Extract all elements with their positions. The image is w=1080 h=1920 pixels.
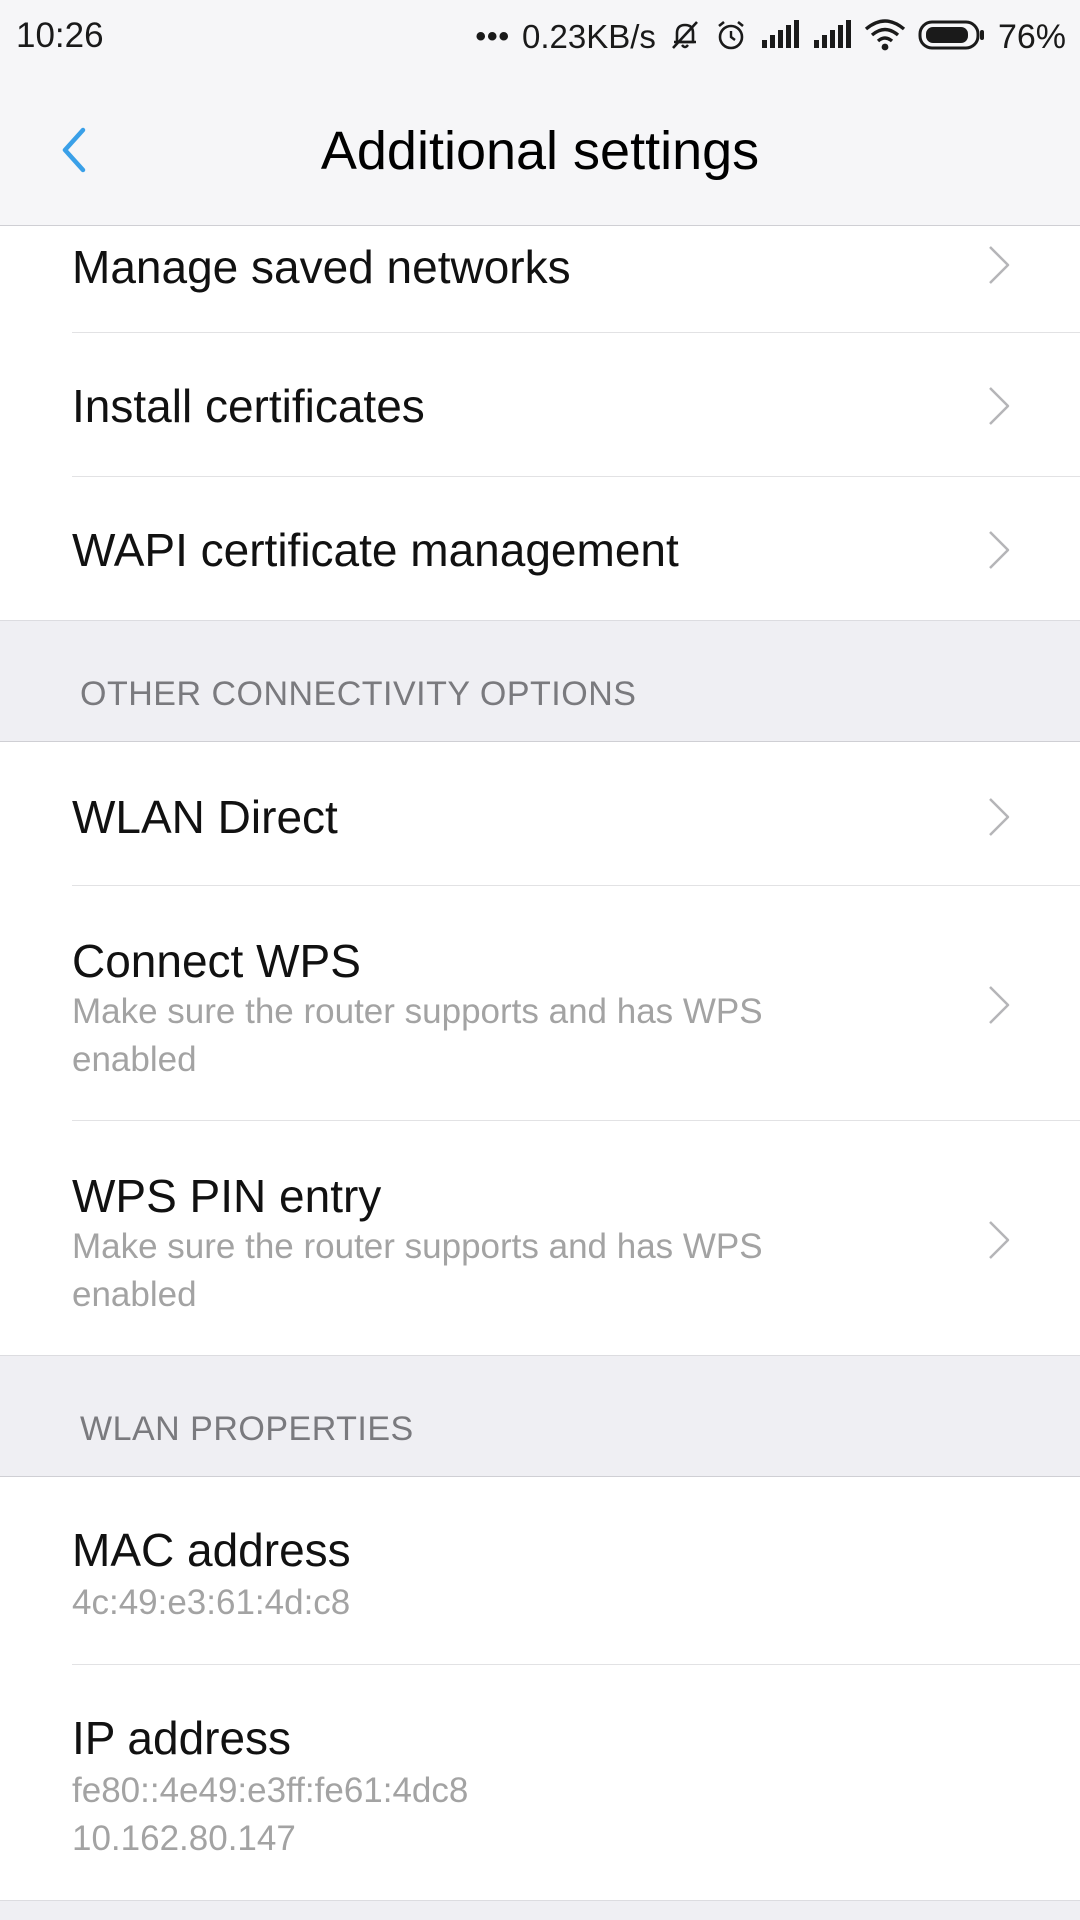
mac-address-value: 4c:49:e3:61:4d:c8 (72, 1583, 351, 1622)
list-item-install-certificates[interactable]: Install certificates (0, 333, 1080, 476)
list-item-ip-address: IP address fe80::4e49:e3ff:fe61:4dc8 10.… (0, 1665, 1080, 1900)
signal-icon (760, 19, 800, 55)
battery-icon (918, 19, 986, 56)
chevron-right-icon (989, 1221, 1010, 1259)
status-bar: 10:26 ••• 0.23KB/s 76% (0, 0, 1080, 74)
list-item-wapi-certificate-management[interactable]: WAPI certificate management (0, 477, 1080, 620)
row-title: MAC address (72, 1524, 351, 1576)
list-item-manage-saved-networks[interactable]: Manage saved networks (0, 226, 1080, 332)
list-item-wps-pin-entry[interactable]: WPS PIN entry Make sure the router suppo… (0, 1121, 1080, 1355)
section-footer (0, 1900, 1080, 1920)
section-label: WLAN PROPERTIES (80, 1410, 414, 1448)
row-title: WAPI certificate management (72, 524, 679, 576)
row-title: Connect WPS (72, 935, 361, 987)
ipv4-address-value: 10.162.80.147 (72, 1819, 296, 1858)
chevron-right-icon (989, 986, 1010, 1024)
status-time: 10:26 (16, 16, 104, 55)
row-title: Install certificates (72, 380, 425, 432)
row-subtitle: Make sure the router supports and has WP… (72, 1227, 763, 1314)
list-item-mac-address: MAC address 4c:49:e3:61:4d:c8 (0, 1477, 1080, 1663)
page-title: Additional settings (320, 121, 760, 181)
list-item-connect-wps[interactable]: Connect WPS Make sure the router support… (0, 886, 1080, 1120)
signal-icon (812, 19, 852, 55)
row-title: Manage saved networks (72, 241, 571, 293)
screen: 10:26 ••• 0.23KB/s 76% Additional settin… (0, 0, 1080, 1920)
chevron-right-icon (989, 387, 1010, 425)
ipv6-address-value: fe80::4e49:e3ff:fe61:4dc8 (72, 1771, 469, 1810)
list-item-wlan-direct[interactable]: WLAN Direct (0, 742, 1080, 885)
chevron-right-icon (989, 798, 1010, 836)
battery-percent: 76% (997, 17, 1066, 56)
section-label: OTHER CONNECTIVITY OPTIONS (80, 675, 637, 713)
section-header-wlan-properties: WLAN PROPERTIES (0, 1355, 1080, 1477)
status-icons: ••• 0.23KB/s 76% (476, 12, 1067, 62)
wifi-icon (864, 18, 906, 56)
alarm-icon (714, 18, 748, 57)
mute-bell-icon (668, 18, 702, 57)
chevron-right-icon (989, 246, 1010, 284)
row-title: WPS PIN entry (72, 1170, 382, 1222)
section-header-other-connectivity: OTHER CONNECTIVITY OPTIONS (0, 620, 1080, 742)
notification-dots: ••• (475, 20, 511, 53)
row-subtitle: Make sure the router supports and has WP… (72, 992, 763, 1079)
chevron-right-icon (989, 531, 1010, 569)
row-title: WLAN Direct (72, 791, 338, 843)
network-speed: 0.23KB/s (522, 18, 656, 55)
row-title: IP address (72, 1712, 292, 1764)
title-bar: Additional settings (0, 74, 1080, 227)
